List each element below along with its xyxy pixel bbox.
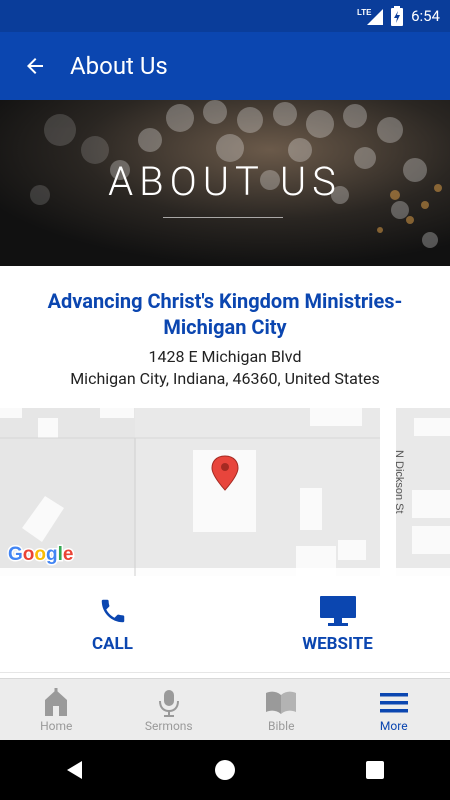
tab-sermons-label: Sermons: [144, 719, 193, 733]
arrow-left-icon: [27, 58, 43, 74]
book-icon: [265, 687, 297, 719]
svg-text:Google: Google: [8, 544, 73, 565]
circle-home-icon: [215, 760, 235, 780]
tab-more[interactable]: More: [338, 679, 450, 741]
address-line-1: 1428 E Michigan Blvd: [148, 347, 302, 366]
triangle-back-icon: [67, 761, 82, 779]
home-icon: [41, 687, 71, 719]
phone-icon: [98, 594, 128, 628]
tab-sermons[interactable]: Sermons: [113, 679, 226, 741]
map-canvas: N Dickson St Google: [0, 408, 450, 576]
google-logo: Google: [7, 543, 75, 567]
website-button[interactable]: WEBSITE: [225, 576, 450, 672]
microphone-icon: [157, 687, 181, 719]
app-bar: About Us: [0, 32, 450, 100]
svg-text:LTE: LTE: [357, 8, 372, 17]
nav-back-button[interactable]: [45, 740, 105, 800]
status-bar: LTE 6:54: [0, 0, 450, 32]
nav-recents-button[interactable]: [345, 740, 405, 800]
street-label: N Dickson St: [393, 450, 405, 514]
contact-actions: CALL WEBSITE: [0, 576, 450, 673]
address-line-2: Michigan City, Indiana, 46360, United St…: [70, 369, 380, 388]
call-label: CALL: [92, 634, 133, 654]
church-info: Advancing Christ's Kingdom Ministries-Mi…: [0, 266, 450, 408]
tab-more-label: More: [379, 719, 408, 733]
call-button[interactable]: CALL: [0, 576, 225, 672]
church-name: Advancing Christ's Kingdom Ministries-Mi…: [47, 289, 403, 339]
website-label: WEBSITE: [302, 634, 373, 654]
battery-charging-icon: [391, 6, 404, 26]
monitor-icon: [319, 594, 357, 628]
hero-title: ABOUT US: [108, 158, 342, 205]
tab-bible-label: Bible: [268, 719, 295, 733]
bottom-tab-bar: Home Sermons Bible More: [0, 678, 450, 741]
hero-banner: ABOUT US: [0, 100, 450, 266]
page-title: About Us: [70, 52, 168, 80]
nav-home-button[interactable]: [195, 740, 255, 800]
menu-icon: [379, 687, 408, 719]
hero-divider: [163, 217, 283, 218]
system-navigation-bar: [0, 740, 450, 800]
map-view[interactable]: N Dickson St Google: [0, 408, 450, 576]
tab-home[interactable]: Home: [0, 679, 113, 741]
status-time: 6:54: [411, 7, 440, 25]
tab-bible[interactable]: Bible: [225, 679, 338, 741]
tab-home-label: Home: [40, 719, 73, 733]
back-button[interactable]: [0, 32, 70, 100]
lte-signal-icon: LTE: [357, 7, 384, 25]
square-recents-icon: [366, 761, 384, 779]
